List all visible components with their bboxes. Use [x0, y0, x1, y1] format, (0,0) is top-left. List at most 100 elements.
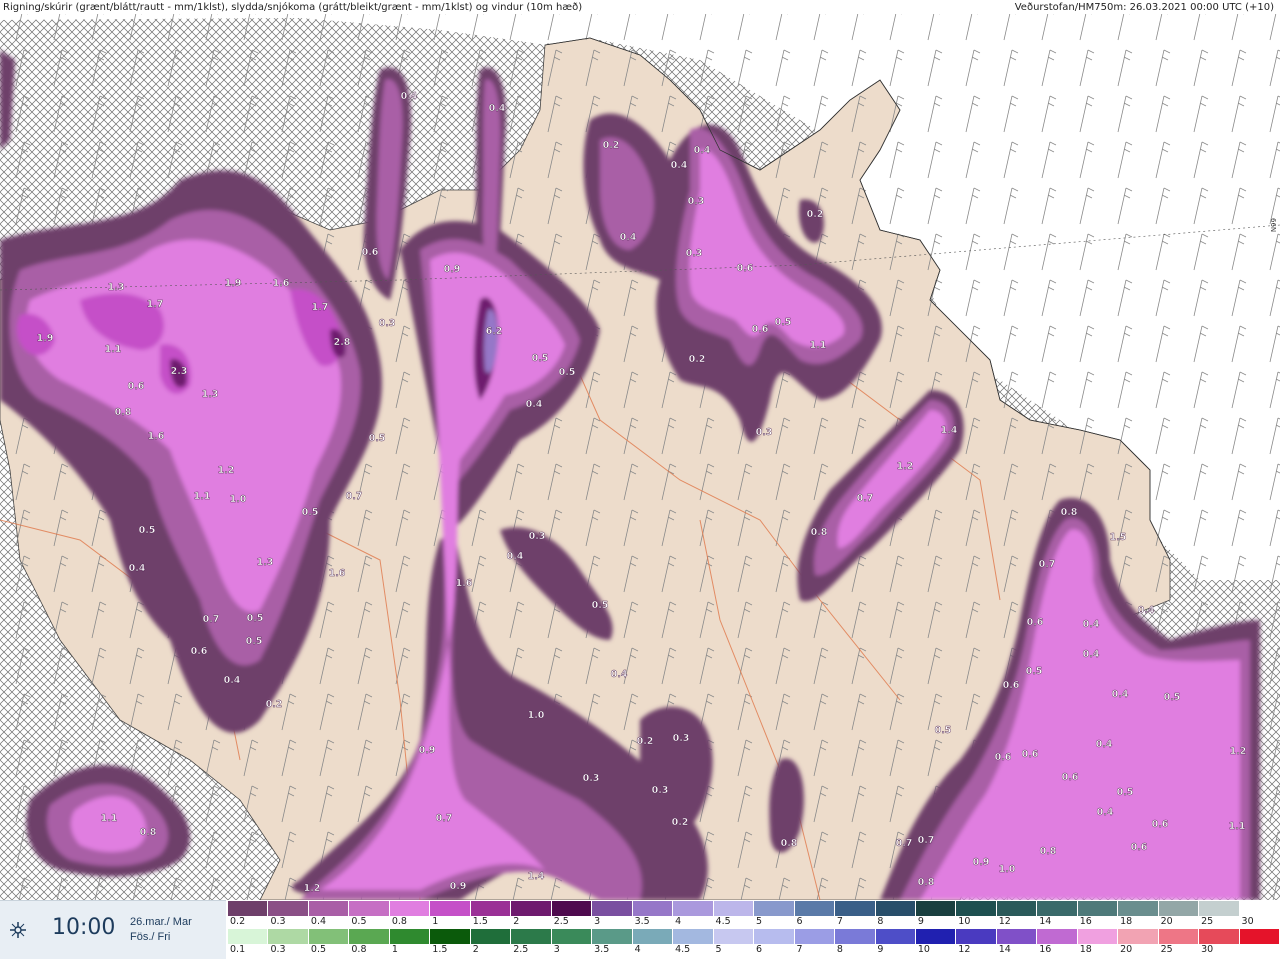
precip-value-label: 0.5	[775, 317, 792, 328]
scale-tick-label: 3.5	[634, 916, 650, 927]
precip-value-label: 0.4	[224, 675, 241, 686]
scale-swatch	[1199, 901, 1240, 916]
scale-swatch	[996, 901, 1038, 916]
precip-value-label: 0.7	[896, 838, 913, 849]
precip-value-label: 0.9	[419, 745, 436, 756]
precip-value-label: 0.5	[532, 353, 549, 364]
precip-value-label: 0.4	[1097, 807, 1114, 818]
scale-tick-label: 30	[1241, 916, 1254, 927]
precip-value-label: 0.6	[128, 381, 145, 392]
precip-value-label: 1.6	[148, 431, 165, 442]
scale-swatch	[470, 929, 512, 944]
scale-swatch	[308, 901, 350, 916]
precip-value-label: 1.3	[108, 282, 125, 293]
scale-swatch	[268, 929, 309, 944]
scale-tick-label: 0.2	[230, 916, 246, 927]
precip-value-label: 0.2	[689, 354, 706, 365]
scale-swatch	[389, 929, 431, 944]
scale-swatch	[430, 901, 471, 916]
precip-value-label: 0.3	[583, 773, 600, 784]
scale-swatch	[1239, 901, 1280, 916]
precip-value-label: 1.1	[1229, 821, 1246, 832]
precip-value-label: 0.7	[857, 493, 874, 504]
scale-swatch	[996, 929, 1038, 944]
precip-value-label: 0.4	[611, 669, 628, 680]
scale-swatch	[511, 929, 552, 944]
scale-tick-label: 10	[917, 944, 930, 955]
scale-tick-label: 7	[796, 944, 803, 955]
precip-value-label: 0.4	[129, 563, 146, 574]
scale-swatch	[713, 929, 755, 944]
precip-value-label: 0.6	[191, 646, 208, 657]
precip-value-label: 0.6	[1003, 680, 1020, 691]
precip-value-label: 1.6	[329, 568, 346, 579]
precip-value-label: 1.0	[999, 864, 1016, 875]
precip-value-label: 1.6	[273, 278, 290, 289]
precip-value-label: 0.6	[1131, 842, 1148, 853]
scale-swatch	[268, 901, 309, 916]
scale-swatch	[956, 929, 997, 944]
precip-value-label: 0.8	[140, 827, 157, 838]
scale-tick-label: 12	[998, 916, 1011, 927]
scale-swatch	[1037, 929, 1078, 944]
scale-swatch	[551, 901, 593, 916]
precip-value-label: 0.7	[918, 835, 935, 846]
precipitation-map[interactable]: 0.4 0.4 0.2 0.4 0.4 0.3 0.2 0.4 0.3 0.6 0.6 0.9 1.3 1…	[0, 0, 1280, 900]
scale-swatch	[1077, 929, 1119, 944]
scale-swatch	[713, 901, 755, 916]
precip-value-label: 1.2	[897, 461, 914, 472]
precip-value-label: 0.8	[918, 877, 935, 888]
precip-value-label: 1.4	[528, 871, 545, 882]
scale-tick-label: 12	[958, 944, 971, 955]
forecast-time: 10:00	[52, 915, 116, 940]
play-settings-icon[interactable]	[8, 920, 28, 940]
scale-tick-label: 10	[958, 916, 971, 927]
precip-value-label: 0.8	[781, 838, 798, 849]
precip-value-label: 0.3	[379, 318, 396, 329]
scale-swatch	[349, 901, 390, 916]
scale-tick-label: 20	[1120, 944, 1133, 955]
precip-value-label: 0.6	[1152, 819, 1169, 830]
scale-tick-label: 1	[432, 916, 439, 927]
precip-value-label: 0.3	[756, 427, 773, 438]
precip-value-label: 1.9	[37, 333, 54, 344]
precip-value-label: 0.4	[1083, 619, 1100, 630]
scale-swatch	[632, 929, 674, 944]
scale-tick-label: 0.8	[351, 944, 367, 955]
precip-value-label: 0.2	[672, 817, 689, 828]
scale-swatch	[835, 901, 876, 916]
scale-swatch	[754, 901, 795, 916]
precip-value-label: 0.4	[694, 145, 711, 156]
scale-tick-label: 0.3	[270, 916, 286, 927]
precip-value-label: 0.7	[346, 491, 363, 502]
precip-value-label: 0.9	[450, 881, 467, 892]
snow-color-scale	[228, 901, 1280, 916]
scale-tick-label: 16	[1039, 944, 1052, 955]
precip-value-label: 0.6	[1027, 617, 1044, 628]
scale-tick-label: 8	[877, 916, 884, 927]
precip-value-label: 0.5	[1164, 692, 1181, 703]
precip-value-label: 0.9	[444, 264, 461, 275]
precip-value-label: 0.2	[637, 736, 654, 747]
precip-value-label: 0.6	[1022, 749, 1039, 760]
scale-tick-label: 0.4	[310, 916, 327, 927]
scale-swatch	[835, 929, 876, 944]
precip-value-label: 0.4	[620, 232, 637, 243]
scale-swatch	[470, 901, 512, 916]
precip-value-label: 0.4	[1112, 689, 1129, 700]
precip-value-label: 0.6	[1062, 772, 1079, 783]
scale-tick-label: 5	[756, 916, 763, 927]
scale-tick-label: 18	[1120, 916, 1133, 927]
scale-swatch	[592, 929, 633, 944]
scale-tick-label: 25	[1201, 916, 1214, 927]
rain-color-scale	[228, 929, 1280, 944]
scale-swatch	[956, 901, 997, 916]
scale-tick-label: 2	[513, 916, 520, 927]
precip-value-label: 0.6	[752, 324, 769, 335]
time-control[interactable]: 10:00 26.mar./ Mar Fös./ Fri	[0, 900, 226, 959]
precip-value-label: 0.4	[1138, 605, 1155, 616]
precip-value-label: 1.2	[304, 883, 321, 894]
precip-value-label: 0.5	[139, 525, 156, 536]
scale-swatch	[875, 901, 916, 916]
precip-value-label: 0.8	[1040, 846, 1057, 857]
